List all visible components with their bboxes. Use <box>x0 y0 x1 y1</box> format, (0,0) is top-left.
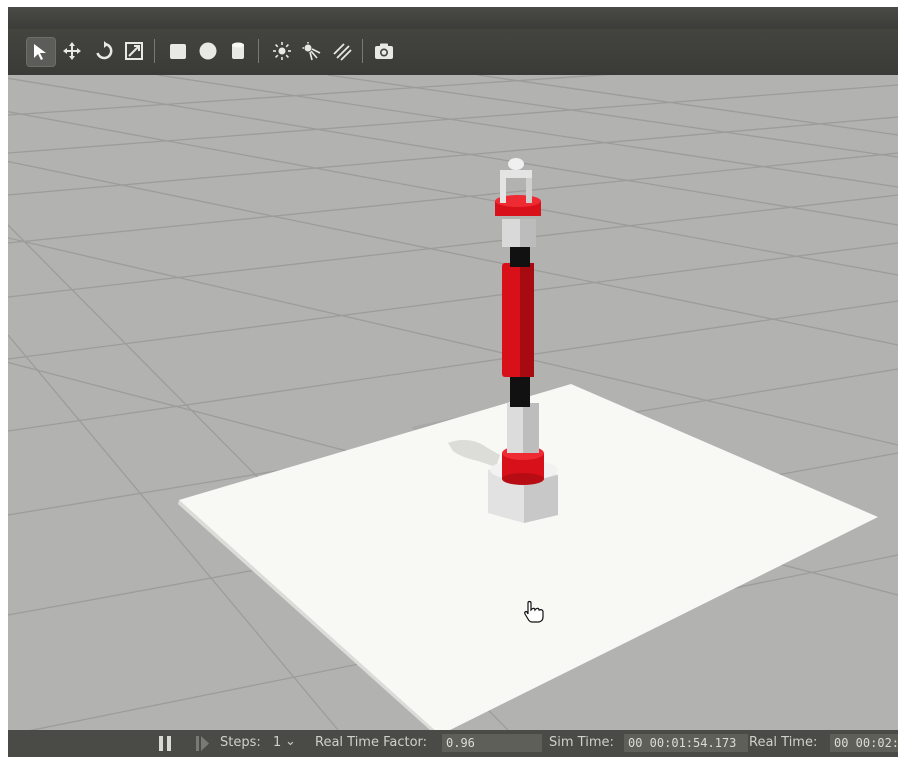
real-time-factor-field: 0.96 <box>442 734 542 752</box>
status-bar: Steps: 1 ⌄ Real Time Factor: 0.96 Sim Ti… <box>8 730 898 757</box>
directional-light-icon[interactable] <box>328 37 356 65</box>
scene-render[interactable] <box>8 75 898 730</box>
sim-time-field: 00 00:01:54.173 <box>624 734 748 752</box>
steps-dropdown-icon[interactable]: ⌄ <box>285 734 296 749</box>
select-mode-icon[interactable] <box>26 37 56 67</box>
spot-light-icon[interactable] <box>298 37 326 65</box>
scale-mode-icon[interactable] <box>120 37 148 65</box>
translate-mode-icon[interactable] <box>58 37 86 65</box>
toolbar-separator <box>258 39 259 63</box>
sim-time-label: Sim Time: <box>549 735 614 750</box>
gazebo-window: Steps: 1 ⌄ Real Time Factor: 0.96 Sim Ti… <box>8 7 898 757</box>
steps-label: Steps: <box>220 735 261 750</box>
toolbar-separator <box>154 39 155 63</box>
real-time-label: Real Time: <box>749 735 818 750</box>
box-shape-icon[interactable] <box>164 37 192 65</box>
3d-viewport[interactable] <box>8 75 898 730</box>
real-time-factor-label: Real Time Factor: <box>315 735 428 750</box>
rotate-mode-icon[interactable] <box>90 37 118 65</box>
toolbar <box>8 29 898 76</box>
cylinder-shape-icon[interactable] <box>224 37 252 65</box>
steps-value[interactable]: 1 <box>273 735 281 750</box>
real-time-field: 00 00:02: <box>830 734 898 752</box>
sphere-shape-icon[interactable] <box>194 37 222 65</box>
point-light-icon[interactable] <box>268 37 296 65</box>
step-forward-icon[interactable] <box>196 736 210 751</box>
title-bar <box>8 7 898 29</box>
pause-icon[interactable] <box>158 736 172 751</box>
toolbar-separator <box>362 39 363 63</box>
screenshot-icon[interactable] <box>370 37 398 65</box>
